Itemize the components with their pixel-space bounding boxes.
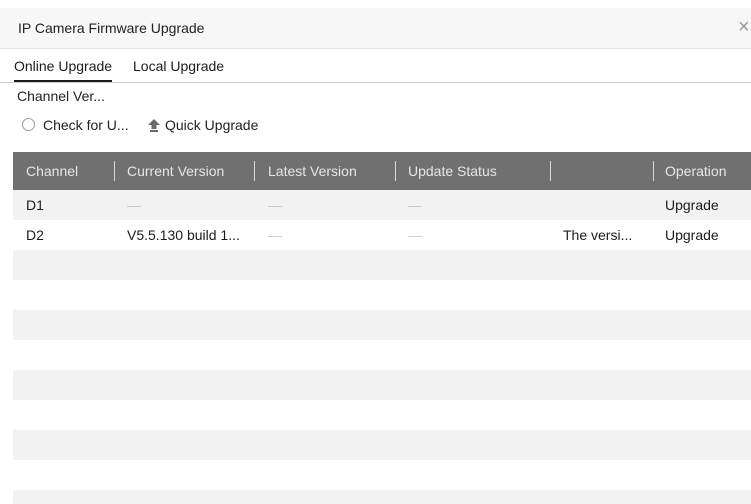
column-divider <box>254 161 255 181</box>
close-icon[interactable]: × <box>738 17 751 37</box>
tab-bar: Online Upgrade Local Upgrade <box>0 50 751 83</box>
empty-row <box>13 340 751 370</box>
empty-row <box>13 310 751 340</box>
cell-channel: D2 <box>26 227 44 243</box>
column-header-operation[interactable]: Operation <box>665 163 726 179</box>
empty-row <box>13 430 751 460</box>
tab-local-upgrade[interactable]: Local Upgrade <box>133 58 224 80</box>
column-header-current-version[interactable]: Current Version <box>127 163 224 179</box>
empty-row <box>13 460 751 490</box>
cell-info: The versi... <box>563 227 633 243</box>
upgrade-link[interactable]: Upgrade <box>665 197 719 213</box>
upgrade-link[interactable]: Upgrade <box>665 227 719 243</box>
column-header-channel[interactable]: Channel <box>26 163 78 179</box>
cell-current-version: — <box>127 197 141 213</box>
channel-table: Channel Current Version Latest Version U… <box>13 152 751 504</box>
dialog-title: IP Camera Firmware Upgrade <box>18 20 205 36</box>
empty-row <box>13 490 751 504</box>
quick-upgrade-label: Quick Upgrade <box>165 117 259 133</box>
cell-update-status: — <box>408 227 422 243</box>
empty-row <box>13 370 751 400</box>
tab-online-upgrade[interactable]: Online Upgrade <box>14 58 113 82</box>
title-bar: IP Camera Firmware Upgrade × <box>0 8 751 49</box>
cell-latest-version: — <box>268 197 282 213</box>
table-header: Channel Current Version Latest Version U… <box>13 152 751 190</box>
cell-update-status: — <box>408 197 422 213</box>
column-divider <box>114 161 115 181</box>
cell-latest-version: — <box>268 227 282 243</box>
table-body: D1 — — — Upgrade D2 V5.5.130 build 1... … <box>13 190 751 504</box>
upload-arrow-icon <box>148 119 160 132</box>
section-label: Channel Ver... <box>17 88 105 104</box>
column-divider <box>550 161 551 181</box>
empty-row <box>13 280 751 310</box>
check-for-update-label: Check for U... <box>43 117 129 133</box>
column-header-latest-version[interactable]: Latest Version <box>268 163 357 179</box>
quick-upgrade-button[interactable]: Quick Upgrade <box>147 117 258 133</box>
column-header-update-status[interactable]: Update Status <box>408 163 497 179</box>
cell-channel: D1 <box>26 197 44 213</box>
table-row[interactable]: D1 — — — Upgrade <box>13 190 751 220</box>
radio-icon[interactable] <box>22 118 35 131</box>
check-for-update-option[interactable]: Check for U... <box>22 117 129 133</box>
table-row[interactable]: D2 V5.5.130 build 1... — — The versi... … <box>13 220 751 250</box>
empty-row <box>13 400 751 430</box>
cell-current-version: V5.5.130 build 1... <box>127 227 240 243</box>
column-divider <box>395 161 396 181</box>
firmware-upgrade-dialog: IP Camera Firmware Upgrade × Online Upgr… <box>0 0 751 504</box>
empty-row <box>13 250 751 280</box>
column-divider <box>653 161 654 181</box>
